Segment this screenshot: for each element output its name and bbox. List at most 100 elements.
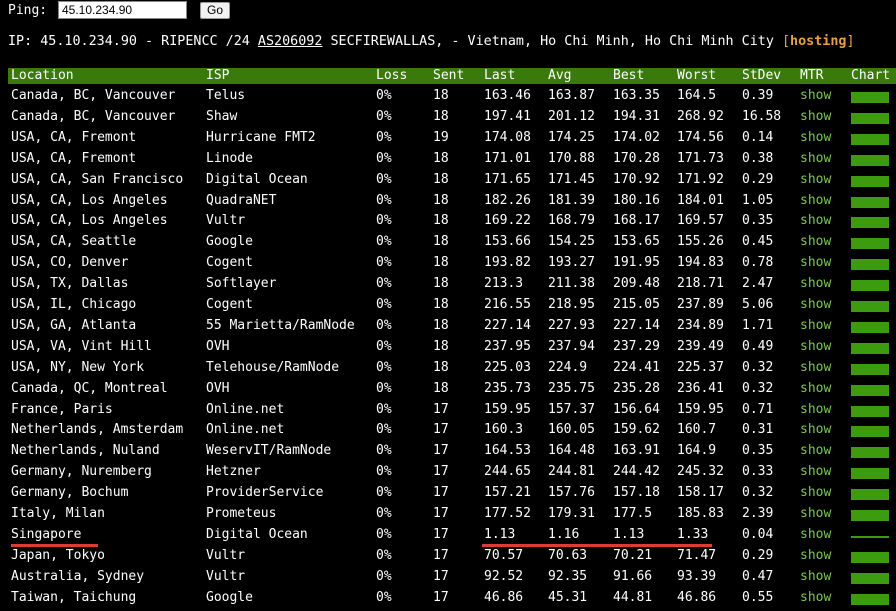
- worst-cell: 169.57: [677, 213, 724, 229]
- chart-bar: [851, 259, 889, 271]
- mtr-show-link[interactable]: show: [800, 587, 831, 608]
- chart-bar: [851, 384, 889, 396]
- stdev-cell: 16.58: [742, 108, 782, 124]
- mtr-show-link[interactable]: show: [800, 231, 831, 252]
- location-cell: Netherlands, Nuland: [11, 443, 160, 459]
- worst-cell: 237.89: [677, 297, 724, 312]
- loss-cell: 0%: [376, 192, 392, 208]
- table-row: Germany, Nuremberg Hetzner 0% 17 244.65 244.8…: [0, 461, 896, 482]
- ping-label: Ping:: [8, 2, 48, 18]
- mtr-show-link[interactable]: show: [800, 503, 831, 524]
- mtr-show-link[interactable]: show: [800, 524, 831, 545]
- col-isp: ISP: [206, 68, 230, 83]
- sent-cell: 19: [433, 129, 449, 145]
- location-cell: Italy, Milan: [11, 506, 105, 521]
- location-cell: USA, CA, San Francisco: [11, 171, 184, 187]
- loss-cell: 0%: [376, 108, 392, 124]
- mtr-show-link[interactable]: show: [800, 315, 831, 336]
- best-cell: 70.21: [613, 547, 653, 563]
- last-cell: 164.53: [484, 443, 531, 459]
- mtr-show-link[interactable]: show: [800, 482, 831, 503]
- mtr-show-link[interactable]: show: [800, 399, 831, 420]
- sent-cell: 18: [433, 150, 449, 166]
- stdev-cell: 0.39: [742, 88, 774, 103]
- go-button[interactable]: Go: [200, 1, 231, 19]
- mtr-show-link[interactable]: show: [800, 336, 831, 357]
- worst-cell: 155.26: [677, 234, 724, 250]
- singapore-underline-annotation: [11, 544, 98, 547]
- isp-cell: Digital Ocean: [206, 526, 308, 542]
- isp-cell: Telus: [206, 88, 246, 103]
- sent-cell: 18: [433, 88, 449, 103]
- avg-cell: 164.48: [548, 443, 595, 459]
- mtr-show-link[interactable]: show: [800, 461, 831, 482]
- avg-cell: 174.25: [548, 129, 595, 145]
- location-cell: Germany, Bochum: [11, 485, 129, 501]
- mtr-show-link[interactable]: show: [800, 273, 831, 294]
- sent-cell: 18: [433, 255, 449, 271]
- sent-cell: 17: [433, 589, 449, 605]
- location-cell: USA, GA, Atlanta: [11, 317, 137, 333]
- isp-cell: Digital Ocean: [206, 171, 308, 187]
- worst-cell: 160.7: [677, 422, 717, 438]
- mtr-show-link[interactable]: show: [800, 294, 831, 315]
- last-cell: 153.66: [484, 234, 531, 250]
- table-row: Japan, Tokyo Vultr 0% 17 70.57 70.63 70.21 71.4…: [0, 545, 896, 566]
- loss-cell: 0%: [376, 359, 392, 375]
- last-cell: 70.57: [484, 547, 524, 563]
- mtr-show-link[interactable]: show: [800, 378, 831, 399]
- avg-cell: 179.31: [548, 506, 595, 521]
- loss-cell: 0%: [376, 338, 392, 354]
- mtr-show-link[interactable]: show: [800, 85, 831, 106]
- best-cell: 157.18: [613, 485, 660, 501]
- chart-bar: [851, 447, 889, 459]
- loss-cell: 0%: [376, 526, 392, 542]
- sent-cell: 17: [433, 443, 449, 459]
- avg-cell: 157.37: [548, 401, 595, 417]
- worst-cell: 159.95: [677, 401, 724, 417]
- mtr-show-link[interactable]: show: [800, 169, 831, 190]
- stdev-cell: 2.39: [742, 506, 774, 521]
- sent-cell: 18: [433, 317, 449, 333]
- stdev-cell: 1.05: [742, 192, 774, 208]
- loss-cell: 0%: [376, 485, 392, 501]
- isp-cell: Hetzner: [206, 464, 261, 480]
- mtr-show-link[interactable]: show: [800, 419, 831, 440]
- mtr-show-link[interactable]: show: [800, 440, 831, 461]
- table-row: USA, CA, Los Angeles QuadraNET 0% 18 182.26 1…: [0, 190, 896, 211]
- chart-bar: [851, 510, 889, 521]
- last-cell: 237.95: [484, 338, 531, 354]
- asn-link[interactable]: AS206092: [258, 34, 323, 49]
- loss-cell: 0%: [376, 547, 392, 563]
- ping-ip-input[interactable]: [58, 1, 187, 19]
- stdev-cell: 0.78: [742, 255, 774, 271]
- mtr-show-link[interactable]: show: [800, 210, 831, 231]
- last-cell: 182.26: [484, 192, 531, 208]
- sent-cell: 18: [433, 338, 449, 354]
- last-cell: 171.65: [484, 171, 531, 187]
- table-row: USA, CA, Seattle Google 0% 18 153.66 154.25 15…: [0, 231, 896, 252]
- mtr-show-link[interactable]: show: [800, 357, 831, 378]
- table-row: USA, GA, Atlanta 55 Marietta/RamNode 0% 18 2…: [0, 315, 896, 336]
- mtr-show-link[interactable]: show: [800, 148, 831, 169]
- last-cell: 235.73: [484, 380, 531, 396]
- sent-cell: 17: [433, 401, 449, 417]
- mtr-show-link[interactable]: show: [800, 127, 831, 148]
- worst-cell: 171.92: [677, 171, 724, 187]
- mtr-show-link[interactable]: show: [800, 545, 831, 566]
- location-cell: Canada, QC, Montreal: [11, 380, 168, 396]
- best-cell: 168.17: [613, 213, 660, 229]
- mtr-show-link[interactable]: show: [800, 190, 831, 211]
- table-row: Canada, BC, Vancouver Telus 0% 18 163.46 163.…: [0, 85, 896, 106]
- mtr-show-link[interactable]: show: [800, 566, 831, 587]
- mtr-show-link[interactable]: show: [800, 106, 831, 127]
- isp-cell: Online.net: [206, 422, 285, 438]
- last-cell: 1.13: [484, 526, 516, 542]
- location-cell: USA, CA, Los Angeles: [11, 213, 168, 229]
- chart-bar: [851, 551, 889, 563]
- isp-cell: QuadraNET: [206, 192, 277, 208]
- mtr-show-link[interactable]: show: [800, 252, 831, 273]
- isp-cell: Vultr: [206, 568, 246, 584]
- table-row: Australia, Sydney Vultr 0% 17 92.52 92.35 91.6…: [0, 566, 896, 587]
- worst-cell: 164.5: [677, 88, 717, 103]
